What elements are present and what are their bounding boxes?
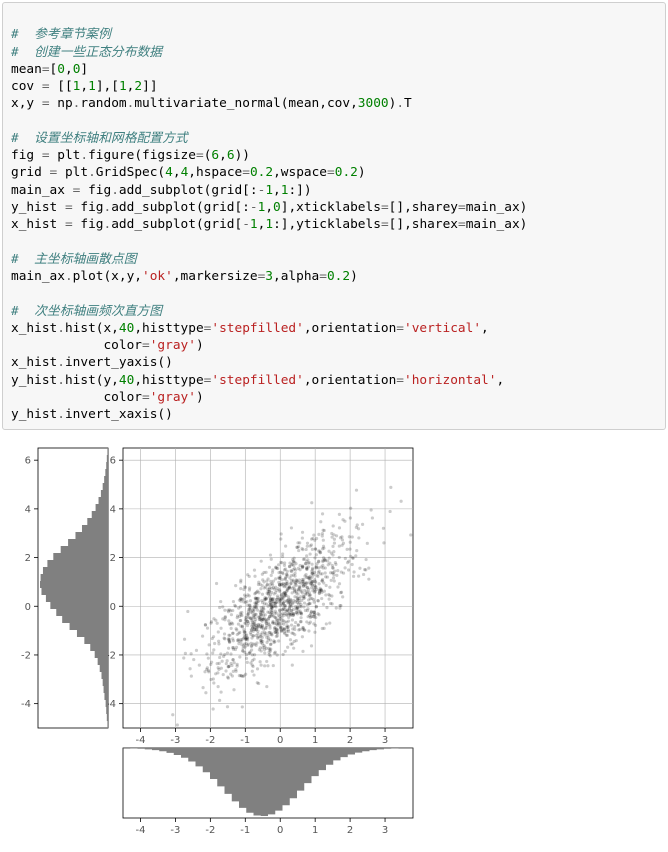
svg-text:0: 0 — [25, 602, 31, 613]
svg-text:0: 0 — [277, 735, 283, 746]
svg-text:6: 6 — [25, 456, 31, 467]
svg-text:6: 6 — [110, 456, 116, 467]
svg-text:2: 2 — [25, 553, 31, 564]
comment: # 参考章节案例 — [11, 27, 111, 42]
gridspec-chart: -4-3-2-10123-4-20246-4-20246-4-3-2-10123 — [8, 438, 438, 848]
svg-text:-1: -1 — [240, 825, 250, 836]
svg-text:-4: -4 — [135, 825, 145, 836]
svg-text:2: 2 — [347, 735, 353, 746]
svg-text:-4: -4 — [135, 735, 145, 746]
comment: # 创建一些正态分布数据 — [11, 45, 162, 60]
svg-text:-3: -3 — [170, 825, 180, 836]
svg-text:-2: -2 — [205, 825, 215, 836]
code-cell: # 参考章节案例 # 创建一些正态分布数据 mean=[0,0] cov = [… — [2, 2, 666, 430]
svg-text:2: 2 — [110, 553, 116, 564]
svg-text:2: 2 — [347, 825, 353, 836]
svg-text:-2: -2 — [205, 735, 215, 746]
svg-text:3: 3 — [382, 825, 388, 836]
svg-text:-1: -1 — [240, 735, 250, 746]
svg-text:-2: -2 — [21, 651, 31, 662]
comment: # 设置坐标轴和网格配置方式 — [11, 131, 188, 146]
svg-text:1: 1 — [312, 735, 318, 746]
comment: # 次坐标轴画频次直方图 — [11, 304, 162, 319]
svg-text:4: 4 — [25, 505, 31, 516]
svg-text:0: 0 — [277, 825, 283, 836]
svg-text:4: 4 — [110, 505, 116, 516]
comment: # 主坐标轴画散点图 — [11, 252, 137, 267]
svg-text:-4: -4 — [21, 700, 31, 711]
svg-text:3: 3 — [382, 735, 388, 746]
figure-output: -4-3-2-10123-4-20246-4-20246-4-3-2-10123 — [8, 438, 438, 848]
svg-text:1: 1 — [312, 825, 318, 836]
svg-text:0: 0 — [110, 602, 116, 613]
svg-text:-3: -3 — [170, 735, 180, 746]
